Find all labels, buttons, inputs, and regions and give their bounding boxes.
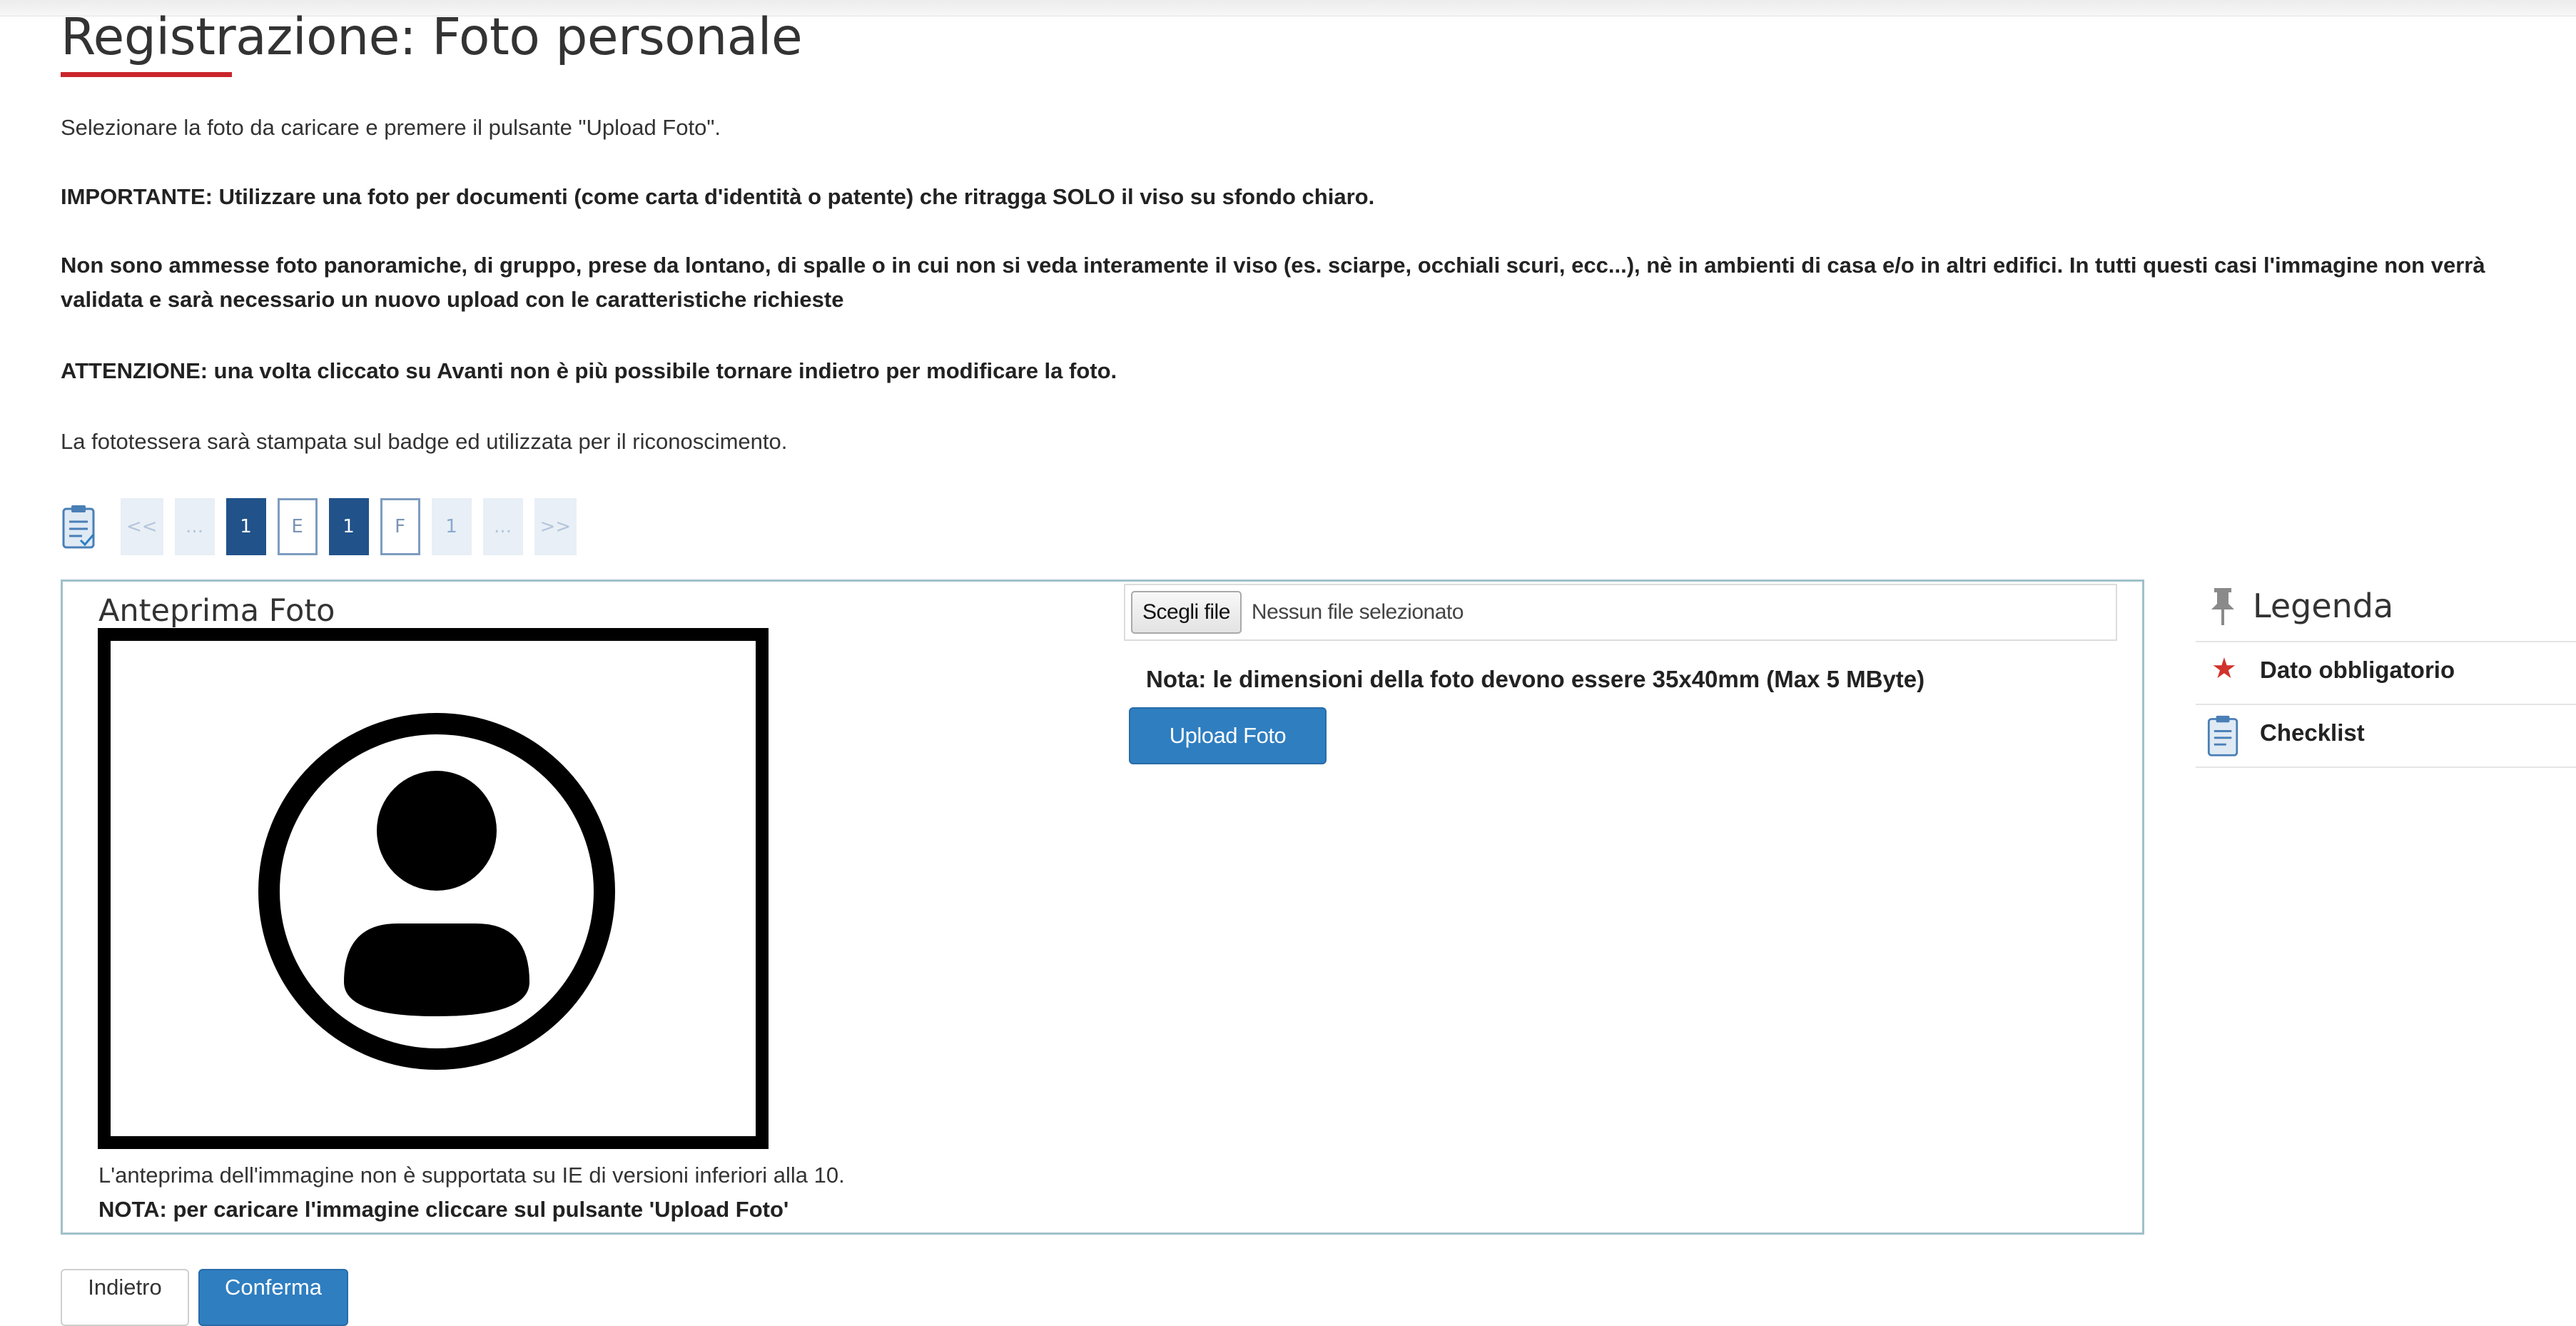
back-button-label: Indietro (88, 1275, 162, 1300)
warning-text: ATTENZIONE: una volta cliccato su Avanti… (61, 358, 1117, 383)
clipboard-icon (2207, 715, 2238, 756)
choose-file-button[interactable]: Scegli file (1131, 591, 1242, 634)
legend-label-checklist: Checklist (2260, 719, 2365, 746)
pager-ellipsis-right: ... (482, 498, 523, 555)
pin-icon (2211, 588, 2234, 625)
page-title: Registrazione: Foto personale (61, 7, 803, 66)
intro-text: Selezionare la foto da caricare e premer… (61, 115, 721, 140)
pager-first[interactable]: << (121, 498, 163, 555)
file-input[interactable]: Scegli file Nessun file selezionato (1124, 584, 2117, 641)
pager-step-f[interactable]: F (380, 498, 420, 555)
pager-step-e[interactable]: E (277, 498, 318, 555)
preview-label: Anteprima Foto (98, 593, 335, 629)
pager-step-current[interactable]: 1 (328, 498, 369, 555)
user-avatar-icon (258, 713, 615, 1070)
pager-ellipsis-left: ... (174, 498, 215, 555)
asterisk-icon: ★ (2211, 653, 2237, 684)
pager-step-1[interactable]: 1 (225, 498, 266, 555)
clipboard-icon[interactable] (61, 503, 98, 550)
file-name-text: Nessun file selezionato (1251, 600, 1464, 624)
upload-instruction-note: NOTA: per caricare l'immagine cliccare s… (98, 1197, 789, 1222)
legend-label-required: Dato obbligatorio (2260, 657, 2455, 683)
important-text: IMPORTANTE: Utilizzare una foto per docu… (61, 184, 1375, 209)
confirm-button-label: Conferma (224, 1275, 323, 1300)
badge-note-text: La fototessera sarà stampata sul badge e… (61, 429, 788, 454)
legend-panel: Legenda ★ Dato obbligatorio Checklist (2196, 580, 2576, 768)
legend-title: Legenda (2253, 587, 2394, 625)
legend-item-checklist: Checklist (2196, 705, 2576, 768)
ie-support-note: L'anteprima dell'immagine non è supporta… (98, 1163, 845, 1188)
title-underline (61, 72, 232, 77)
confirm-button[interactable]: Conferma (198, 1269, 348, 1326)
size-note: Nota: le dimensioni della foto devono es… (1146, 666, 1925, 692)
photo-upload-panel: Anteprima Foto L'anteprima dell'immagine… (61, 580, 2144, 1235)
step-pager: << ... 1 E 1 F 1 ... >> (61, 497, 588, 557)
pager-step-next[interactable]: 1 (431, 498, 472, 555)
legend-item-required: ★ Dato obbligatorio (2196, 642, 2576, 705)
upload-photo-button[interactable]: Upload Foto (1129, 707, 1327, 764)
back-button[interactable]: Indietro (61, 1269, 189, 1326)
not-allowed-text: Non sono ammesse foto panoramiche, di gr… (61, 253, 2485, 312)
legend-header: Legenda (2196, 580, 2576, 642)
photo-preview (98, 628, 769, 1149)
pager-last[interactable]: >> (534, 498, 577, 555)
